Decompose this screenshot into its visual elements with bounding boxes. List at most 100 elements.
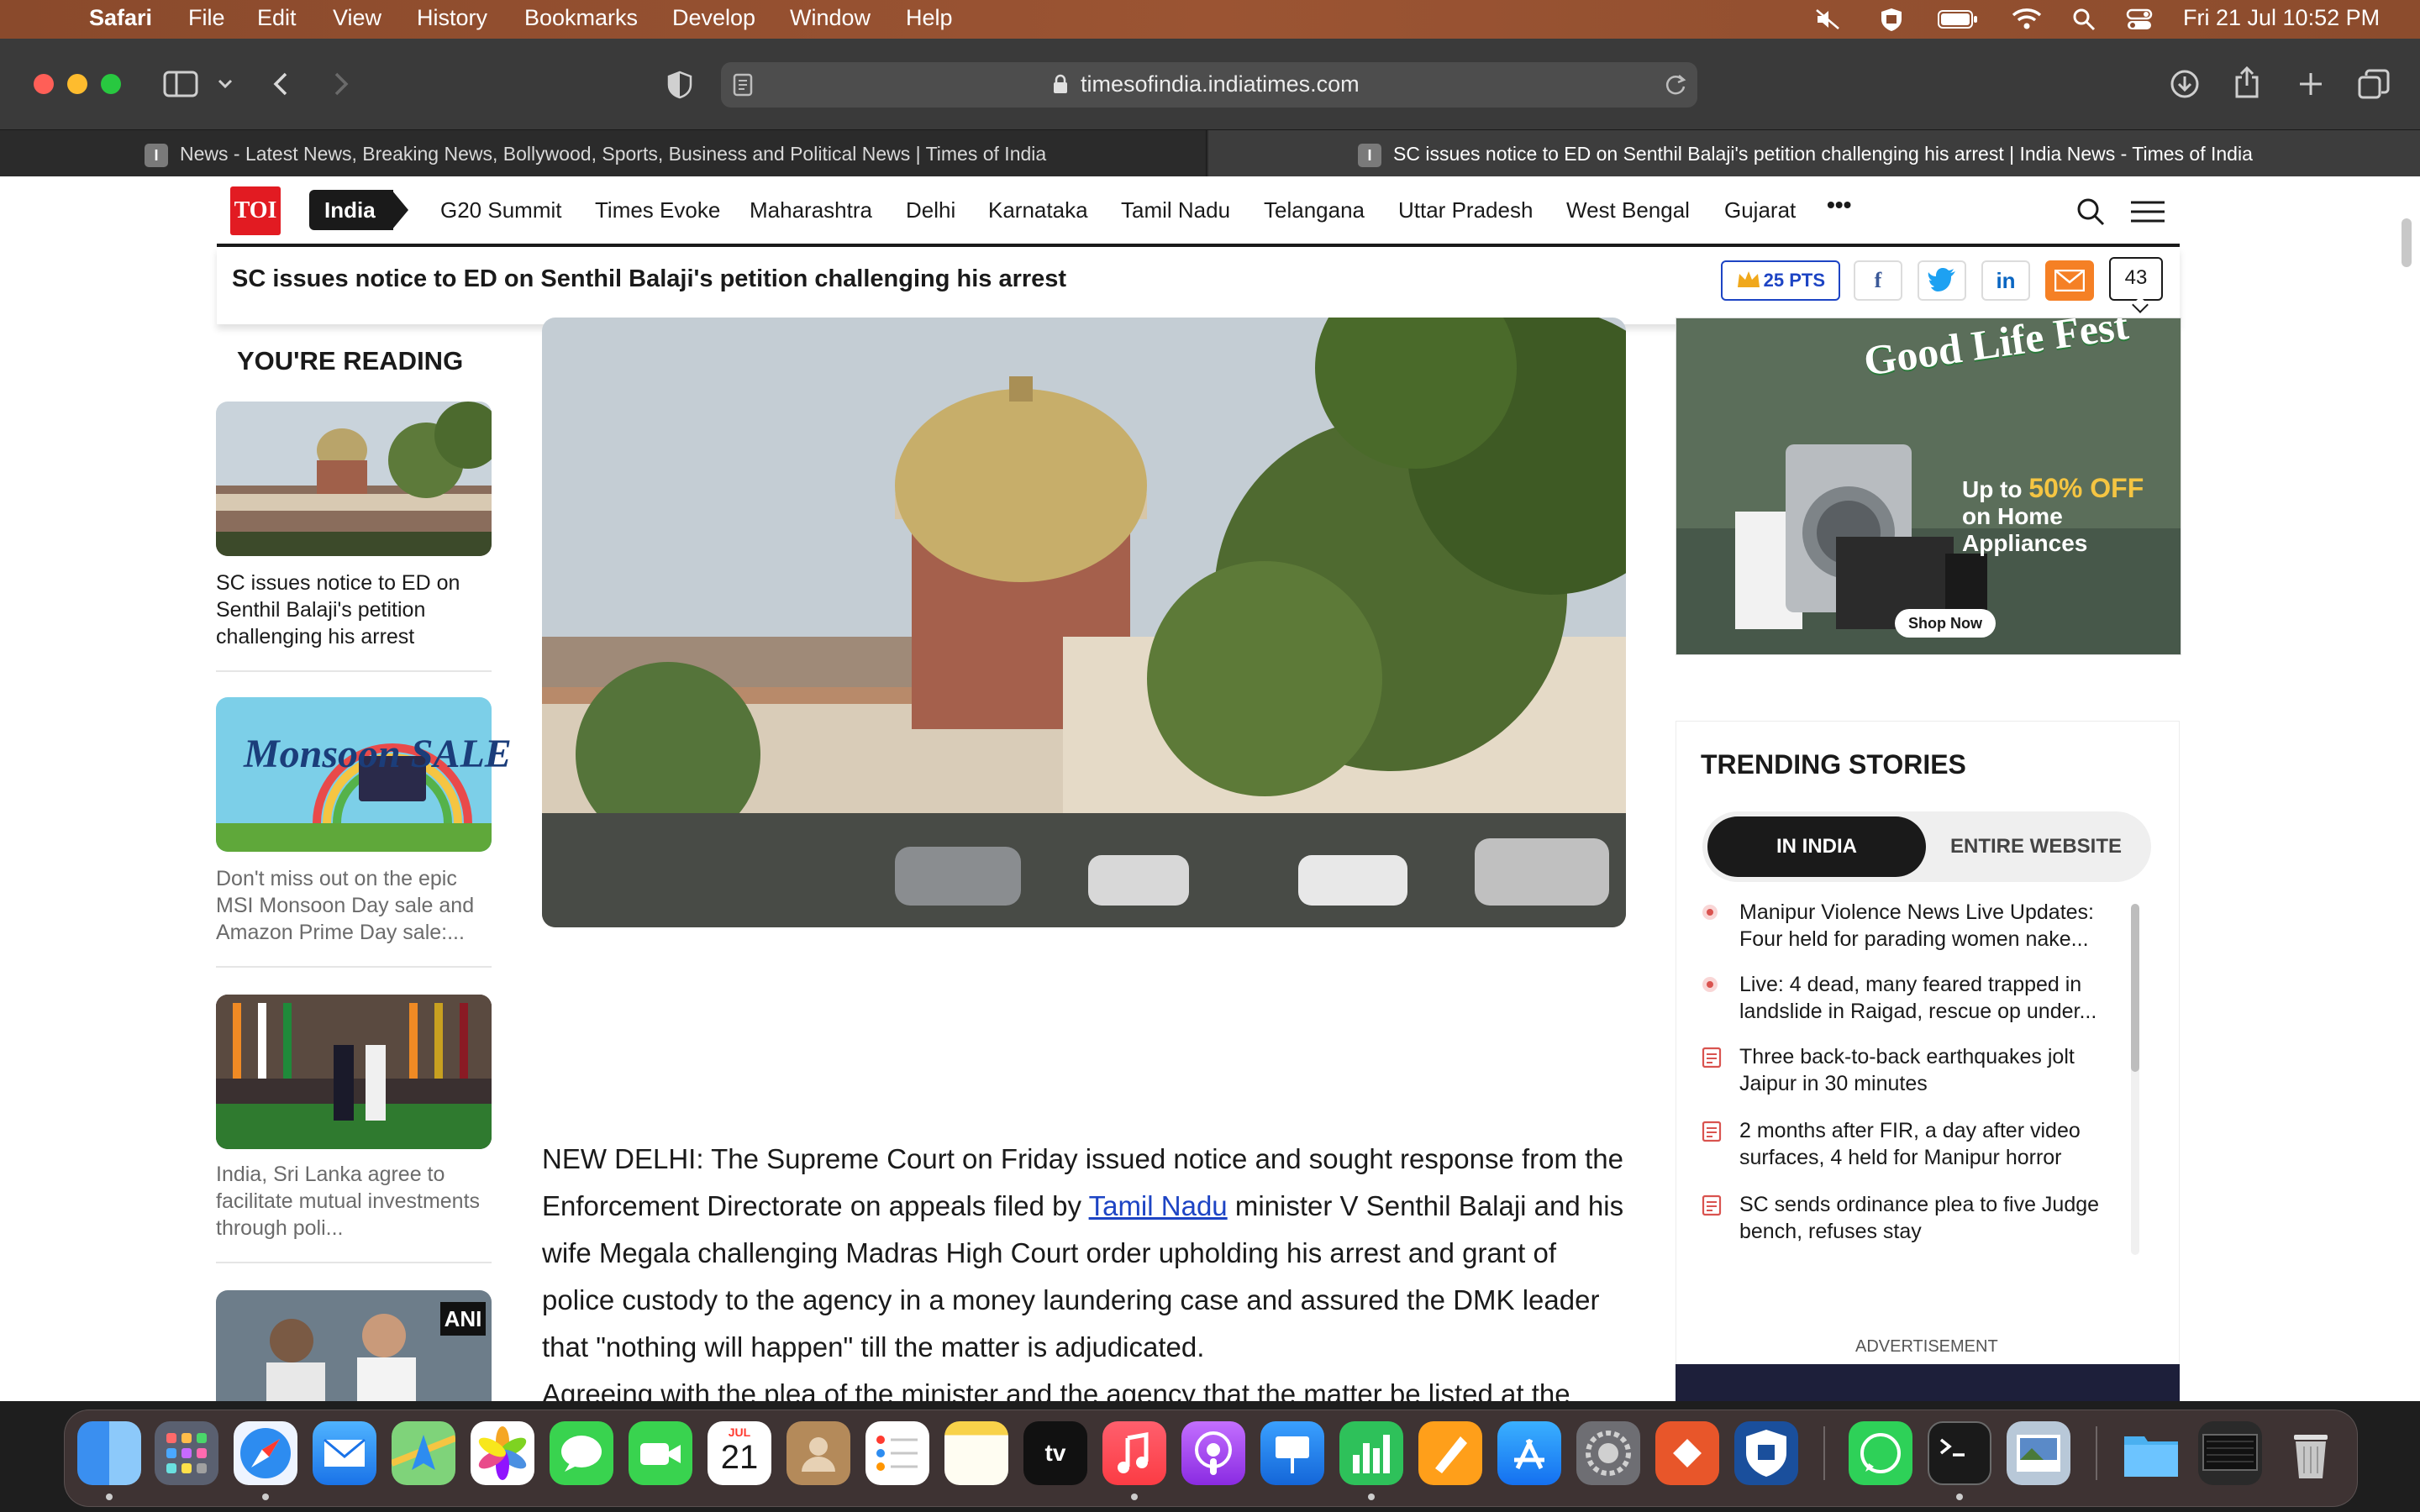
tamil-nadu-link[interactable]: Tamil Nadu [1089, 1190, 1228, 1221]
email-share-button[interactable] [2045, 260, 2094, 301]
share-icon[interactable] [2233, 66, 2260, 99]
nav-west-bengal[interactable]: West Bengal [1566, 197, 1690, 223]
menu-bookmarks[interactable]: Bookmarks [524, 5, 638, 31]
facebook-share-button[interactable]: f [1854, 260, 1902, 301]
trending-item[interactable]: 2 months after FIR, a day after video su… [1739, 1117, 2126, 1171]
tab-in-india[interactable]: IN INDIA [1707, 816, 1926, 877]
tab-entire-website[interactable]: ENTIRE WEBSITE [1926, 816, 2146, 877]
notes-icon[interactable] [944, 1421, 1008, 1485]
pages-icon[interactable] [1418, 1421, 1482, 1485]
nav-more-icon[interactable]: ••• [1827, 192, 1851, 218]
menu-help[interactable]: Help [906, 5, 953, 31]
photos-icon[interactable] [471, 1421, 534, 1485]
trash-icon[interactable] [2279, 1421, 2343, 1485]
chevron-down-icon[interactable] [217, 77, 234, 91]
messages-icon[interactable] [550, 1421, 613, 1485]
menubar-clock[interactable]: Fri 21 Jul 10:52 PM [2183, 5, 2380, 31]
maps-icon[interactable] [390, 1421, 457, 1485]
facetime-icon[interactable] [629, 1421, 692, 1485]
back-arrow-icon[interactable] [271, 71, 291, 97]
safari-icon[interactable] [234, 1421, 297, 1485]
spotlight-search-icon[interactable] [2072, 8, 2096, 31]
system-settings-icon[interactable] [1576, 1421, 1640, 1485]
app-store-icon[interactable] [1497, 1421, 1561, 1485]
menu-history[interactable]: History [417, 5, 487, 31]
menu-edit[interactable]: Edit [257, 5, 297, 31]
launchpad-icon[interactable] [155, 1421, 218, 1485]
wifi-icon[interactable] [2012, 7, 2042, 30]
appliance-ad-banner[interactable]: Good Life Fest Up to 50% OFF on Home Appl… [1676, 318, 2181, 655]
comments-count-button[interactable]: 43 [2109, 257, 2163, 301]
sidebar-card-title[interactable]: Don't miss out on the epic MSI Monsoon D… [216, 865, 493, 946]
control-center-icon[interactable] [2126, 8, 2153, 31]
menu-app-name[interactable]: Safari [89, 5, 152, 31]
privacy-shield-icon[interactable] [667, 71, 692, 99]
terminal-icon[interactable] [1928, 1421, 1991, 1485]
numbers-icon[interactable] [1339, 1421, 1403, 1485]
tab-article-active[interactable]: I SC issues notice to ED on Senthil Balaj… [1208, 130, 2420, 177]
vpn-shield-icon[interactable] [1879, 7, 1904, 32]
keynote-icon[interactable] [1260, 1421, 1324, 1485]
menu-view[interactable]: View [333, 5, 381, 31]
close-window-button[interactable] [34, 74, 54, 94]
sidebar-card-image[interactable] [216, 995, 492, 1149]
toi-logo[interactable]: TOI [230, 186, 281, 235]
battery-icon[interactable] [1938, 10, 1978, 29]
twitter-share-button[interactable] [1918, 260, 1966, 301]
whatsapp-icon[interactable] [1849, 1421, 1912, 1485]
new-tab-plus-icon[interactable] [2297, 71, 2324, 97]
contacts-icon[interactable] [786, 1421, 850, 1485]
mail-icon[interactable] [313, 1421, 376, 1485]
reader-view-icon[interactable] [733, 73, 753, 97]
apple-tv-icon[interactable]: tv [1023, 1421, 1087, 1485]
nav-gujarat[interactable]: Gujarat [1724, 197, 1796, 223]
trending-scrollbar-thumb[interactable] [2131, 904, 2139, 1072]
downloads-icon[interactable] [2170, 69, 2200, 99]
folder-stack-icon[interactable] [2119, 1421, 2183, 1485]
sidebar-card-title[interactable]: India, Sri Lanka agree to facilitate mut… [216, 1161, 493, 1242]
vpn-app-icon[interactable] [1734, 1421, 1798, 1485]
menu-file[interactable]: File [188, 5, 225, 31]
nav-tamil-nadu[interactable]: Tamil Nadu [1121, 197, 1230, 223]
reminders-icon[interactable] [865, 1421, 929, 1485]
trending-item[interactable]: SC sends ordinance plea to five Judge be… [1739, 1191, 2126, 1245]
nav-g20-summit[interactable]: G20 Summit [440, 197, 562, 223]
reload-icon[interactable] [1664, 73, 1687, 97]
sidebar-card-title[interactable]: SC issues notice to ED on Senthil Balaji… [216, 570, 493, 650]
nav-telangana[interactable]: Telangana [1264, 197, 1365, 223]
page-scrollbar-thumb[interactable] [2402, 218, 2412, 267]
nav-maharashtra[interactable]: Maharashtra [750, 197, 872, 223]
music-icon[interactable] [1102, 1421, 1166, 1485]
hamburger-menu-icon[interactable] [2131, 200, 2165, 223]
nav-karnataka[interactable]: Karnataka [988, 197, 1088, 223]
finder-icon[interactable] [77, 1421, 141, 1485]
anydesk-icon[interactable] [1655, 1421, 1719, 1485]
sidebar-card-image[interactable] [216, 402, 492, 556]
trending-item[interactable]: Three back-to-back earthquakes jolt Jaip… [1739, 1043, 2126, 1097]
ad-shop-now-button[interactable]: Shop Now [1895, 609, 1996, 638]
second-ad-banner[interactable] [1676, 1364, 2180, 1401]
search-icon[interactable] [2075, 197, 2106, 227]
article-hero-image[interactable] [542, 318, 1626, 927]
address-bar[interactable]: timesofindia.indiatimes.com [721, 62, 1697, 108]
nav-uttar-pradesh[interactable]: Uttar Pradesh [1398, 197, 1533, 223]
nav-times-evoke[interactable]: Times Evoke [595, 197, 720, 223]
url-text[interactable]: timesofindia.indiatimes.com [1081, 71, 1360, 97]
nav-delhi[interactable]: Delhi [906, 197, 955, 223]
screenshot-stack-icon[interactable] [2198, 1421, 2262, 1485]
tab-homepage[interactable]: I News - Latest News, Breaking News, Boll… [0, 130, 1207, 177]
mute-icon[interactable] [1815, 8, 1840, 30]
preview-icon[interactable] [2007, 1421, 2070, 1485]
calendar-icon[interactable]: JUL 21 [708, 1421, 771, 1485]
menu-develop[interactable]: Develop [672, 5, 755, 31]
section-badge[interactable]: India [309, 190, 393, 230]
menu-window[interactable]: Window [790, 5, 871, 31]
minimize-window-button[interactable] [67, 74, 87, 94]
tab-overview-icon[interactable] [2358, 69, 2390, 99]
linkedin-share-button[interactable]: in [1981, 260, 2030, 301]
trending-item[interactable]: Live: 4 dead, many feared trapped in lan… [1739, 971, 2126, 1025]
podcasts-icon[interactable] [1181, 1421, 1245, 1485]
sidebar-toggle-icon[interactable] [163, 71, 198, 97]
trending-item[interactable]: Manipur Violence News Live Updates: Four… [1739, 899, 2126, 953]
zoom-window-button[interactable] [101, 74, 121, 94]
